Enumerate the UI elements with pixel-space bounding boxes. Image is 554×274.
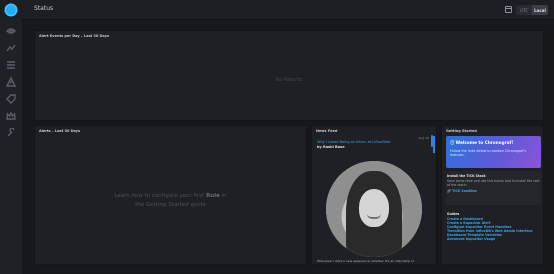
admin-crown-icon[interactable]: [5, 110, 17, 122]
panel-title: Alerts – Last 30 Days: [39, 128, 81, 133]
crown-icon: [6, 111, 16, 120]
news-scrollbar[interactable]: [431, 135, 433, 147]
panel-title: News Feed: [316, 128, 338, 133]
tick-title: Install the TICK Stack: [447, 174, 486, 178]
list-icon: [7, 61, 15, 69]
alert-icon: [6, 77, 16, 87]
tick-sandbox-link[interactable]: 🔗 TICK Sandbox: [446, 189, 541, 193]
welcome-card: ⓘ Welcome to Chronograf! Follow the link…: [446, 136, 541, 168]
logo-icon: [6, 5, 16, 15]
msg-text: in: [219, 193, 227, 199]
news-body-text: Whenever I start a new experience, wheth…: [317, 259, 414, 263]
news-author: by Rashi Bose: [317, 145, 345, 149]
getting-started-link[interactable]: Getting Started: [146, 202, 189, 208]
news-item-accent: [433, 136, 435, 153]
msg-text: Learn how to configure your first: [114, 193, 207, 199]
graph-icon: [6, 44, 16, 52]
author-photo: [326, 161, 422, 257]
tick-description: Save some time and use this handy tool t…: [447, 179, 540, 187]
dashboards-list-icon[interactable]: [5, 59, 17, 71]
eye-icon: [6, 28, 16, 34]
chronograf-logo[interactable]: [0, 0, 22, 20]
welcome-subtitle: Follow the links below to explore Chrono…: [450, 149, 526, 157]
host-list-eye-icon[interactable]: [5, 25, 17, 37]
welcome-title: ⓘ Welcome to Chronograf!: [450, 140, 537, 146]
news-feed-panel: News Feed Aug 26 Why I Loved Being an In…: [311, 125, 437, 265]
rule-keyword: Rule: [206, 193, 220, 199]
msg-text: guide: [188, 202, 206, 208]
welcome-title-text: Welcome to Chronograf!: [455, 140, 514, 145]
msg-text: the: [135, 202, 147, 208]
tick-sandbox-label: TICK Sandbox: [452, 189, 477, 193]
sidebar: [0, 0, 22, 274]
wrench-icon: [7, 128, 15, 137]
guides-section: Guides Create a Dashboard Create a Kapac…: [447, 212, 540, 262]
configuration-wrench-icon[interactable]: [5, 127, 17, 139]
data-explorer-graph-icon[interactable]: [5, 42, 17, 54]
tz-utc-button[interactable]: UTC: [516, 5, 532, 15]
panel-title: Getting Started: [446, 128, 477, 133]
page-title: Status: [34, 5, 54, 12]
page-header: Status UTC Local: [22, 0, 554, 20]
no-results-text: No Results: [275, 77, 303, 83]
news-title-link[interactable]: Why I Loved Being an Intern at InfluxDat…: [317, 140, 427, 144]
alert-events-panel: Alert Events per Day – Last 30 Days No R…: [34, 30, 544, 121]
panel-title: Alert Events per Day – Last 30 Days: [39, 33, 110, 38]
alerting-alert-icon[interactable]: [5, 76, 17, 88]
tags-icon: [6, 94, 16, 104]
tick-stack-section: Install the TICK Stack Save some time an…: [446, 171, 541, 205]
alerts-panel: Alerts – Last 30 Days Learn how to confi…: [34, 125, 307, 265]
tz-local-button[interactable]: Local: [532, 5, 548, 15]
calendar-icon[interactable]: [505, 6, 512, 13]
guide-link[interactable]: Advanced Kapacitor Usage: [447, 237, 540, 241]
getting-started-panel: Getting Started ⓘ Welcome to Chronograf!…: [441, 125, 544, 265]
alerts-empty-message: Learn how to configure your first Rule i…: [35, 192, 306, 210]
timezone-toggle: UTC Local: [516, 5, 548, 15]
log-viewer-tags-icon[interactable]: [5, 93, 17, 105]
guides-title: Guides: [447, 212, 460, 216]
